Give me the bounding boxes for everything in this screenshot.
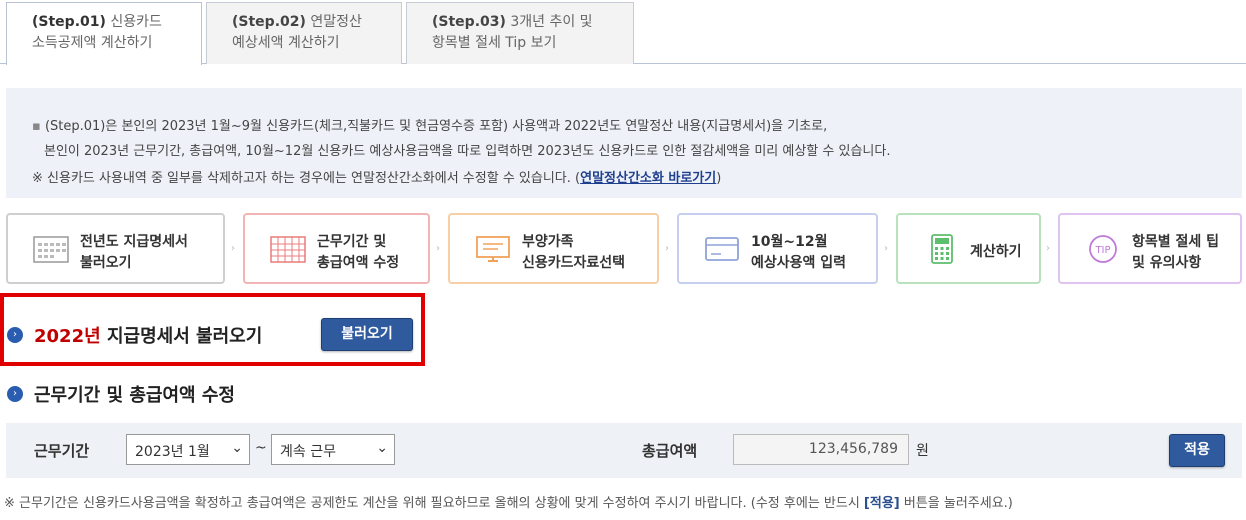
chevron-down-icon: ⌄ [376, 440, 388, 456]
tab-title: 신용카드 [110, 14, 162, 30]
tab-subtitle: 소득공제액 계산하기 [32, 35, 153, 51]
step-card-edit-period[interactable]: 근무기간 및총급여액 수정 [243, 213, 430, 284]
section-bullet-icon: › [7, 327, 23, 343]
footnote-text: ※ 근무기간은 신용카드사용금액을 확정하고 총급여액은 공제한도 계산을 위해… [4, 496, 864, 511]
step-tabs: (Step.01) 신용카드 소득공제액 계산하기 (Step.02) 연말정산… [0, 0, 1246, 65]
step-label: 근무기간 및총급여액 수정 [317, 232, 399, 274]
section-bullet-icon: › [7, 386, 23, 402]
step-card-load-statement[interactable]: 전년도 지급명세서불러오기 [6, 213, 225, 284]
start-month-value: 2023년 1월 [135, 444, 210, 460]
tab-step-label: (Step.01) [32, 14, 106, 30]
step-label: 항목별 절세 팁및 유의사항 [1132, 232, 1219, 274]
period-label: 근무기간 [34, 442, 90, 460]
tab-step-label: (Step.02) [232, 14, 306, 30]
tab-title: 3개년 추이 및 [510, 14, 593, 30]
monitor-icon [476, 236, 510, 262]
chevron-right-icon: › [436, 243, 440, 254]
info-line-2: 본인이 2023년 근무기간, 총급여액, 10월~12월 신용카드 예상사용금… [44, 144, 891, 159]
tab-step-label: (Step.03) [432, 14, 506, 30]
chevron-right-icon: › [884, 243, 888, 254]
tab-step-01[interactable]: (Step.01) 신용카드 소득공제액 계산하기 [6, 2, 202, 65]
step-line-2: 총급여액 수정 [317, 255, 400, 271]
tab-title: 연말정산 [310, 14, 362, 30]
footnote-emphasis: [적용] [863, 496, 900, 511]
step-card-dependents[interactable]: 부양가족신용카드자료선택 [448, 213, 659, 284]
section-title-text: 지급명세서 불러오기 [106, 326, 263, 347]
info-box: ▪ (Step.01)은 본인의 2023년 1월~9월 신용카드(체크,직불카… [6, 88, 1242, 198]
shortcut-link[interactable]: 연말정산간소화 바로가기 [580, 171, 716, 186]
chevron-right-icon: › [231, 243, 235, 254]
credit-card-icon [705, 237, 739, 261]
info-text: ※ 신용카드 사용내역 중 일부를 삭제하고자 하는 경우에는 연말정산간소화에… [32, 171, 571, 186]
info-line-3: ※ 신용카드 사용내역 중 일부를 삭제하고자 하는 경우에는 연말정산간소화에… [32, 171, 722, 186]
footnote-text-end: 버튼을 눌러주세요.) [899, 496, 1013, 511]
salary-label: 총급여액 [642, 442, 698, 460]
section-title-edit-period: 근무기간 및 총급여액 수정 [34, 385, 235, 406]
step-card-calculate[interactable]: 계산하기 [896, 213, 1041, 284]
step-line-1: 10월~12월 [751, 234, 828, 250]
tab-step-03[interactable]: (Step.03) 3개년 추이 및 항목별 절세 Tip 보기 [406, 2, 634, 64]
step-line-2: 예상사용액 입력 [751, 255, 847, 271]
period-salary-row: 근무기간 2023년 1월 ⌄ ~ 계속 근무 ⌄ 총급여액 123,456,7… [6, 423, 1242, 478]
range-tilde: ~ [255, 440, 267, 456]
chevron-down-icon: ⌄ [231, 440, 243, 456]
tip-icon: TIP [1089, 235, 1117, 263]
svg-text:TIP: TIP [1094, 245, 1110, 256]
start-month-select[interactable]: 2023년 1월 ⌄ [126, 434, 250, 465]
section-title-load-statement: 2022년 지급명세서 불러오기 [34, 322, 262, 348]
info-text: (Step.01)은 본인의 2023년 1월~9월 신용카드(체크,직불카드 … [44, 119, 828, 134]
step-label: 10월~12월예상사용액 입력 [751, 232, 846, 274]
step-line-1: 근무기간 및 [317, 234, 387, 250]
step-line-1: 전년도 지급명세서 [80, 234, 188, 250]
tab-step-02[interactable]: (Step.02) 연말정산 예상세액 계산하기 [206, 2, 402, 64]
step-label: 부양가족신용카드자료선택 [522, 232, 625, 274]
step-card-tips[interactable]: TIP 항목별 절세 팁및 유의사항 [1058, 213, 1242, 284]
load-button[interactable]: 불러오기 [321, 318, 413, 351]
chevron-right-icon: › [1046, 243, 1050, 254]
step-line-1: 항목별 절세 팁 [1132, 234, 1220, 250]
end-period-select[interactable]: 계속 근무 ⌄ [271, 434, 395, 465]
step-line-2: 및 유의사항 [1132, 255, 1202, 271]
step-label: 전년도 지급명세서불러오기 [80, 232, 188, 274]
step-label: 계산하기 [970, 244, 1022, 260]
currency-unit: 원 [916, 443, 929, 459]
step-card-expected-spend[interactable]: 10월~12월예상사용액 입력 [677, 213, 878, 284]
calculator-icon [931, 234, 953, 264]
step-line-2: 불러오기 [80, 255, 132, 271]
tab-subtitle: 예상세액 계산하기 [232, 35, 340, 51]
chevron-right-icon: › [665, 243, 669, 254]
end-period-value: 계속 근무 [280, 444, 336, 460]
info-line-1: ▪ (Step.01)은 본인의 2023년 1월~9월 신용카드(체크,직불카… [32, 119, 828, 134]
calendar-icon [33, 236, 69, 263]
step-line-1: 부양가족 [522, 234, 574, 250]
apply-button[interactable]: 적용 [1169, 434, 1225, 467]
tab-subtitle: 항목별 절세 Tip 보기 [432, 35, 557, 51]
section-year: 2022년 [34, 326, 101, 347]
step-line-2: 신용카드자료선택 [522, 255, 626, 271]
salary-input[interactable]: 123,456,789 [733, 434, 909, 465]
footnote: ※ 근무기간은 신용카드사용금액을 확정하고 총급여액은 공제한도 계산을 위해… [4, 492, 1013, 511]
grid-calendar-icon [270, 236, 306, 263]
